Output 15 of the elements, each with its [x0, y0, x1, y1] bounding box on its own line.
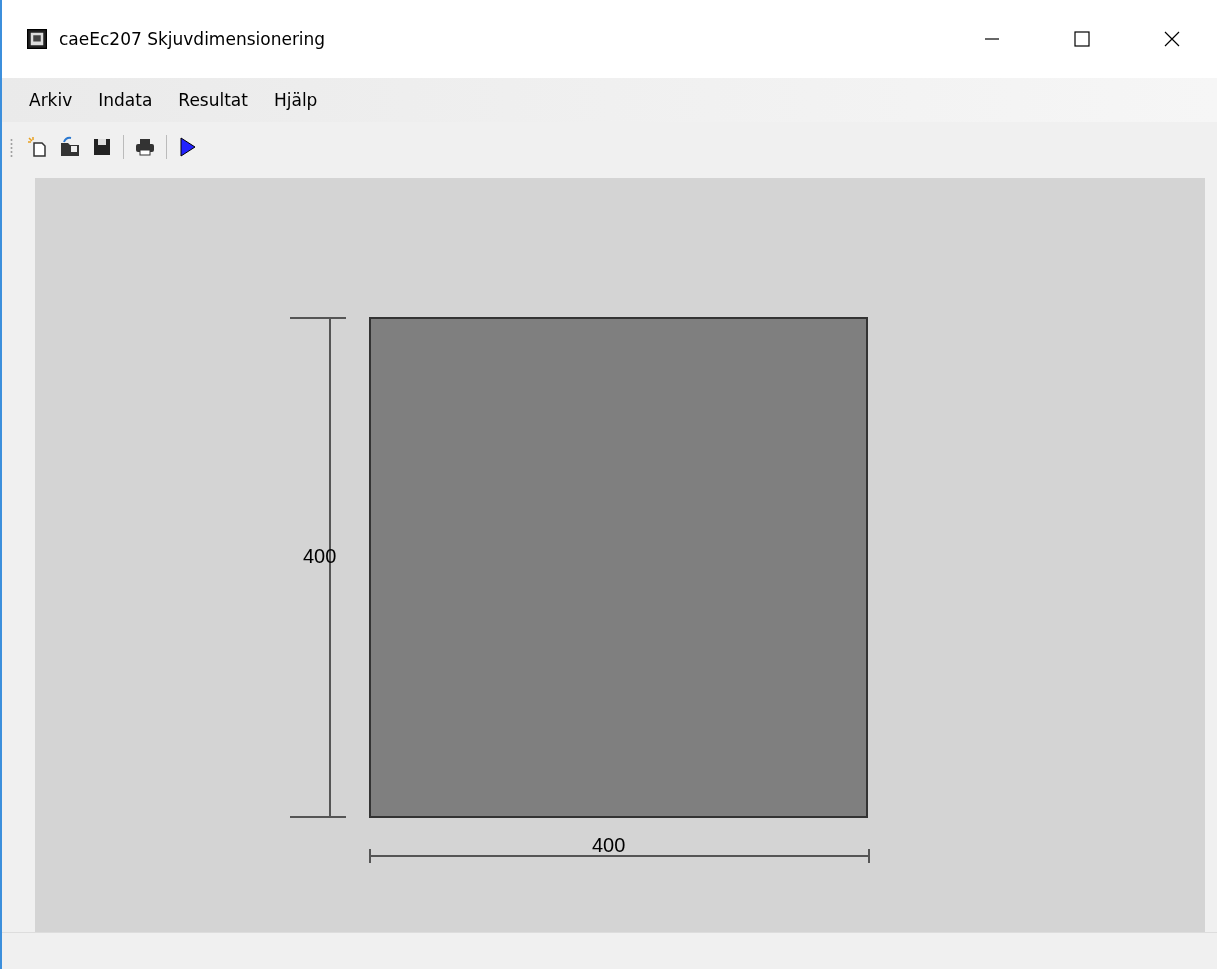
dimension-label: 400: [592, 833, 626, 858]
menu-item[interactable]: Indata: [85, 90, 166, 110]
save-icon[interactable]: [91, 136, 113, 158]
maximize-icon: [1072, 29, 1092, 49]
new-file-icon[interactable]: [27, 136, 49, 158]
app-icon: [27, 29, 47, 49]
window-title: caeEc207 Skjuvdimensionering: [59, 29, 326, 49]
toolbar-grip-icon: [10, 136, 13, 158]
minimize-icon: [985, 38, 999, 40]
print-icon[interactable]: [134, 136, 156, 158]
open-folder-icon[interactable]: [59, 136, 81, 158]
menu-item[interactable]: Arkiv: [16, 90, 86, 110]
menu-item[interactable]: Resultat: [165, 90, 261, 110]
close-icon: [1162, 29, 1182, 49]
menu-item[interactable]: Hjälp: [260, 90, 331, 110]
